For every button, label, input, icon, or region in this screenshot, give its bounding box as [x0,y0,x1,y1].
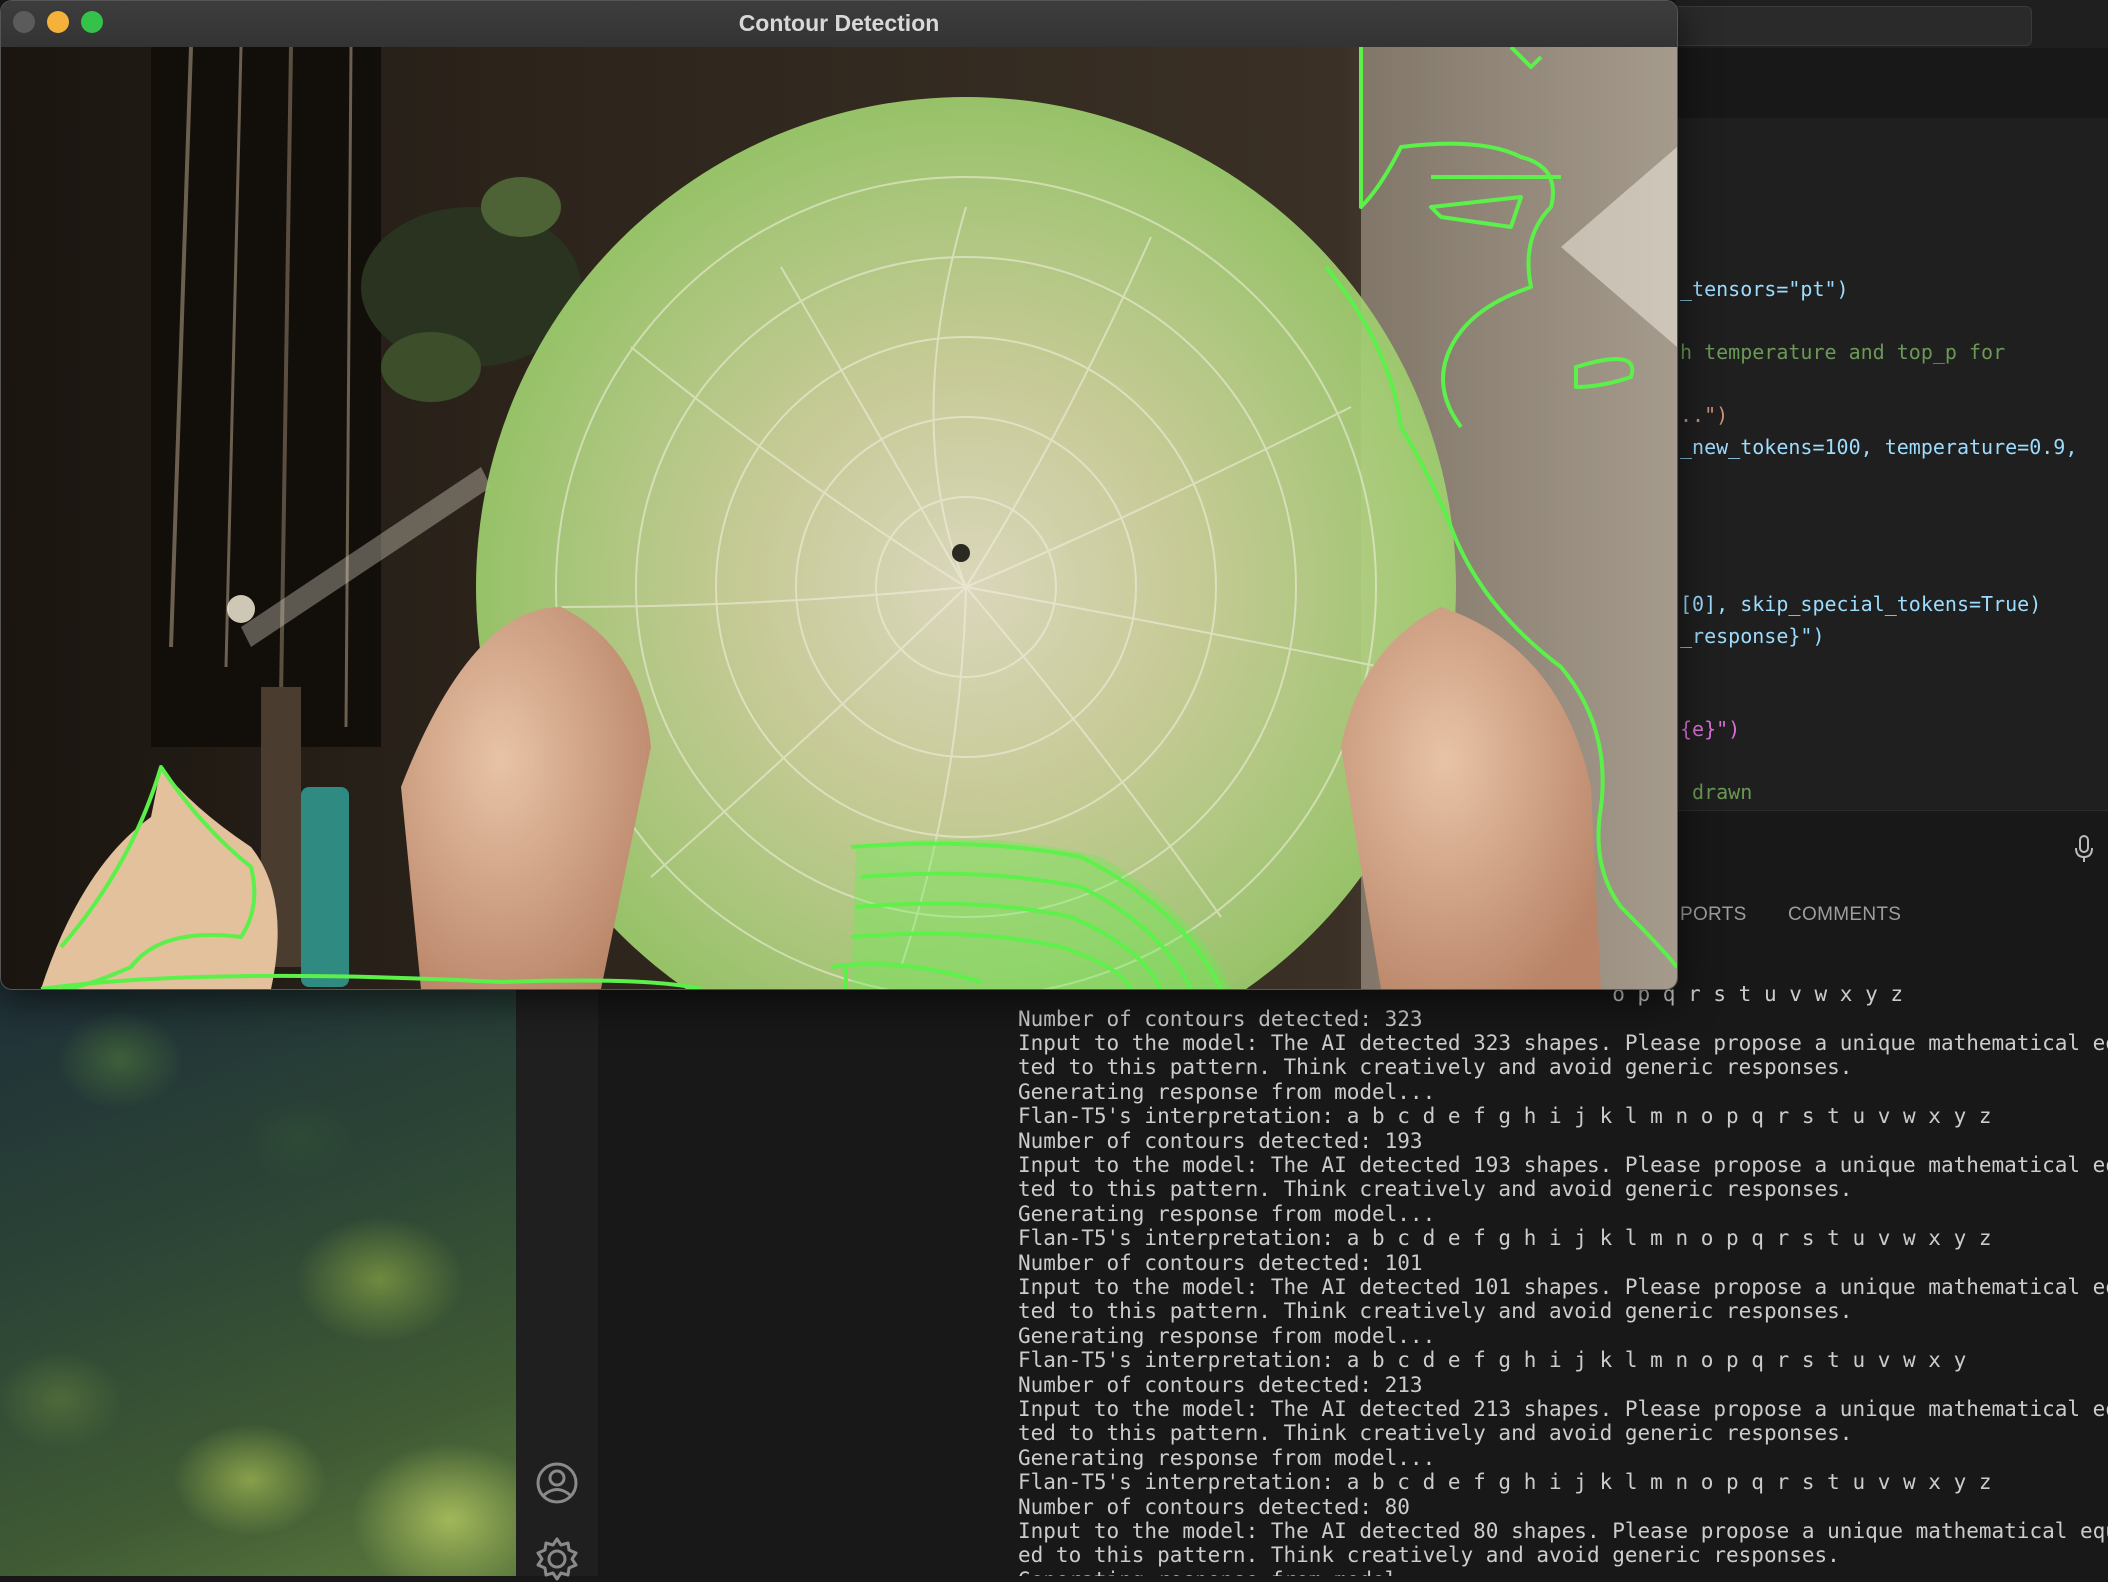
microphone-icon[interactable] [2074,835,2094,863]
code-line: ..") [1680,403,1729,427]
terminal-line: ted to this pattern. Think creatively an… [1018,1055,1853,1079]
sidebar-panel [598,980,985,1576]
terminal-line: Generating response from model... [1018,1568,1435,1576]
code-line: drawn [1680,780,1753,804]
code-line: _tensors="pt") [1680,277,1849,301]
terminal-line: Generating response from model... [1018,1446,1436,1470]
command-center-search[interactable] [1660,6,2032,46]
terminal-output[interactable]: o p q r s t u v w x y z Number of contou… [984,980,2108,1576]
terminal-line: Flan-T5's interpretation: a b c d e f g … [1018,1226,1992,1250]
terminal-line: Number of contours detected: 101 [1018,1251,1423,1275]
code-line: {e}") [1680,717,1741,741]
code-line: h temperature and top_p for [1680,340,2006,364]
terminal-line: Flan-T5's interpretation: a b c d e f g … [1018,1104,1992,1128]
settings-gear-icon[interactable] [534,1536,580,1582]
terminal-line: ted to this pattern. Think creatively an… [1018,1421,1853,1445]
editor-tab-bar [1676,48,2108,119]
terminal-line: Generating response from model... [1018,1324,1436,1348]
window-titlebar[interactable]: Contour Detection [1,1,1677,48]
terminal-line: ed to this pattern. Think creatively and… [1018,1543,1840,1567]
terminal-line: Number of contours detected: 80 [1018,1495,1410,1519]
code-line: [0], skip_special_tokens=True) [1680,592,2042,616]
tab-ports[interactable]: PORTS [1680,904,1747,926]
terminal-line: Number of contours detected: 323 [1018,1007,1423,1031]
terminal-line: Flan-T5's interpretation: a b c d e f g … [1018,1348,1967,1372]
chat-input-bar[interactable] [1676,810,2108,882]
code-line: _new_tokens=100, temperature=0.9, [1680,435,2078,459]
activity-bar [516,980,599,1581]
terminal-line: Generating response from model... [1018,1080,1436,1104]
terminal-line: ted to this pattern. Think creatively an… [1018,1177,1853,1201]
tab-comments[interactable]: COMMENTS [1788,904,1901,926]
terminal-line: Number of contours detected: 193 [1018,1129,1423,1153]
terminal-line: Generating response from model... [1018,1202,1436,1226]
terminal-line: Input to the model: The AI detected 193 … [1018,1153,2108,1177]
contour-detection-window[interactable]: Contour Detection [0,0,1678,990]
terminal-line: ted to this pattern. Think creatively an… [1018,1299,1853,1323]
terminal-line: Input to the model: The AI detected 80 s… [1018,1519,2108,1543]
terminal-line: Number of contours detected: 213 [1018,1373,1423,1397]
terminal-line: Input to the model: The AI detected 213 … [1018,1397,2108,1421]
code-line: _response}") [1680,624,1825,648]
window-title: Contour Detection [738,10,940,36]
terminal-line: Flan-T5's interpretation: a b c d e f g … [1018,1470,1992,1494]
account-icon[interactable] [534,1460,580,1506]
code-editor[interactable] [1676,118,2108,810]
desktop-wallpaper [0,980,516,1576]
terminal-line: Input to the model: The AI detected 101 … [1018,1275,2108,1299]
camera-frame [1,47,1677,989]
panel-tab-bar: PORTS COMMENTS [1676,880,2108,940]
terminal-line: Input to the model: The AI detected 323 … [1018,1031,2108,1055]
